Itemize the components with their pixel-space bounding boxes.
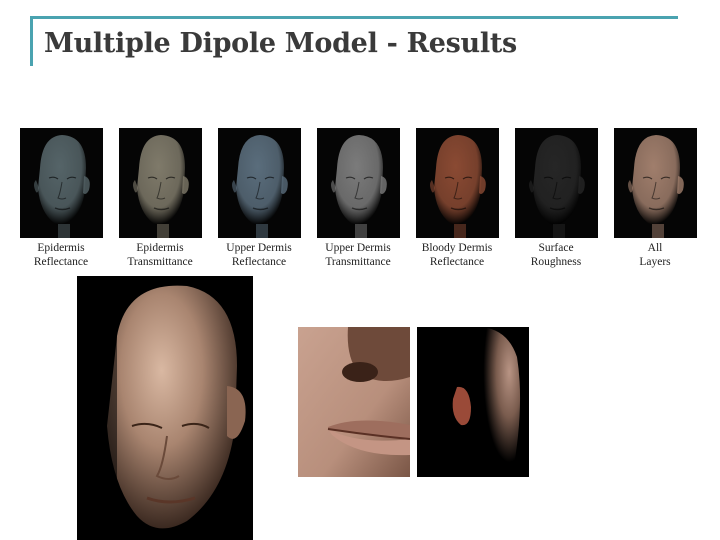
thumbnail-surface-roughness bbox=[515, 128, 598, 238]
face-render-icon bbox=[416, 128, 499, 238]
caption-bloody-dermis-reflectance: Bloody Dermis Reflectance bbox=[421, 242, 493, 268]
face-render-icon bbox=[218, 128, 301, 238]
thumbnail-upper-dermis-reflectance bbox=[218, 128, 301, 238]
thumbnail-upper-dermis-transmittance bbox=[317, 128, 400, 238]
caption-upper-dermis-transmittance: Upper Dermis Transmittance bbox=[325, 242, 391, 268]
caption-epidermis-reflectance: Epidermis Reflectance bbox=[33, 242, 89, 268]
side-face-render bbox=[417, 327, 529, 477]
face-render-icon bbox=[515, 128, 598, 238]
thumbnail-bloody-dermis-reflectance bbox=[416, 128, 499, 238]
thumbnail-epidermis-reflectance bbox=[20, 128, 103, 238]
face-render-icon bbox=[119, 128, 202, 238]
face-render-icon bbox=[20, 128, 103, 238]
thumbnail-epidermis-transmittance bbox=[119, 128, 202, 238]
face-render-icon bbox=[317, 128, 400, 238]
caption-all-layers: All Layers bbox=[639, 242, 671, 268]
large-face-render bbox=[77, 276, 253, 540]
slide-title: Multiple Dipole Model - Results bbox=[44, 28, 517, 59]
caption-upper-dermis-reflectance: Upper Dermis Reflectance bbox=[226, 242, 292, 268]
lips-closeup-render bbox=[298, 327, 410, 477]
thumbnail-all-layers bbox=[614, 128, 697, 238]
caption-epidermis-transmittance: Epidermis Transmittance bbox=[127, 242, 193, 268]
face-render-icon bbox=[614, 128, 697, 238]
caption-surface-roughness: Surface Roughness bbox=[530, 242, 582, 268]
